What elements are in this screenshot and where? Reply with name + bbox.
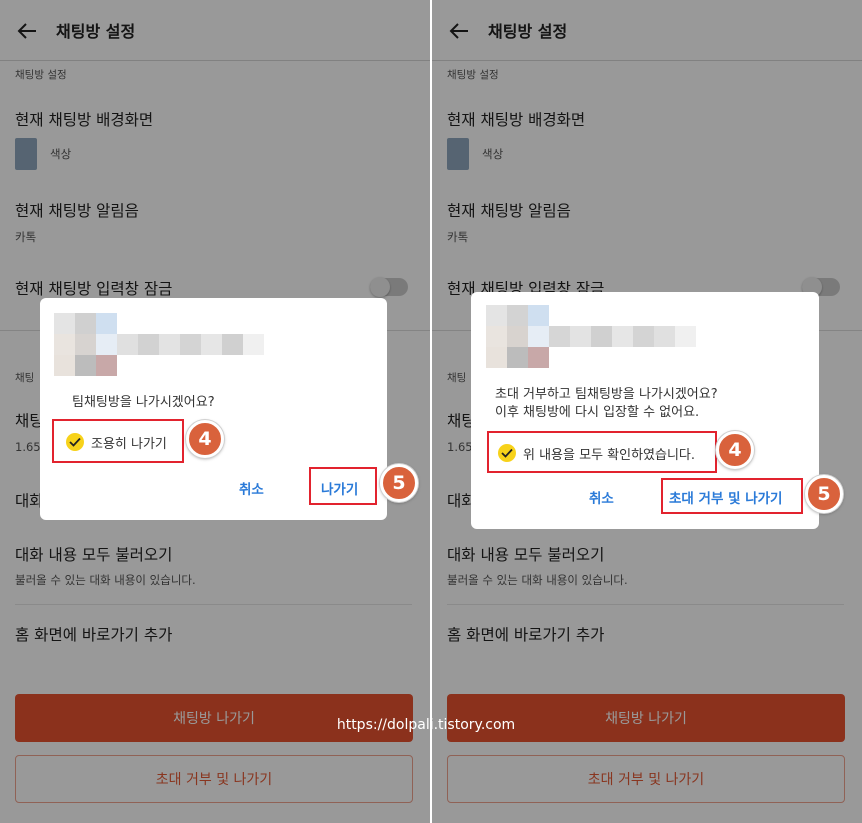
decline-and-leave-confirm-button[interactable]: 초대 거부 및 나가기 <box>669 487 782 507</box>
step-badge-4: 4 <box>716 431 754 469</box>
checkbox-checked-icon[interactable] <box>66 433 84 451</box>
right-screen: 채팅방 설정 채팅방 설정 현재 채팅방 배경화면 색상 현재 채팅방 알림음 … <box>432 0 862 823</box>
confirm-leave-button[interactable]: 나가기 <box>321 478 358 498</box>
step-badge-5: 5 <box>805 475 843 513</box>
step-badge-4: 4 <box>186 420 224 458</box>
quiet-leave-label[interactable]: 조용히 나가기 <box>91 433 167 452</box>
dialog-message: 팀채팅방을 나가시겠어요? <box>72 395 215 410</box>
dialog-message-line1: 초대 거부하고 팀채팅방을 나가시겠어요? <box>495 387 718 402</box>
leave-dialog: 팀채팅방을 나가시겠어요? 조용히 나가기 4 취소 나가기 5 <box>40 298 418 520</box>
confirm-read-label[interactable]: 위 내용을 모두 확인하였습니다. <box>523 444 695 463</box>
step-badge-5: 5 <box>380 464 418 502</box>
left-screen: 채팅방 설정 채팅방 설정 현재 채팅방 배경화면 색상 현재 채팅방 알림음 … <box>0 0 430 823</box>
watermark-text: https://dolpali.tistory.com <box>336 717 516 733</box>
checkbox-checked-icon[interactable] <box>498 444 516 462</box>
cancel-button[interactable]: 취소 <box>589 487 614 507</box>
decline-dialog: 초대 거부하고 팀채팅방을 나가시겠어요? 이후 채팅방에 다시 입장할 수 없… <box>471 292 843 529</box>
cancel-button[interactable]: 취소 <box>239 478 264 498</box>
dialog-message-line2: 이후 채팅방에 다시 입장할 수 없어요. <box>495 405 700 420</box>
